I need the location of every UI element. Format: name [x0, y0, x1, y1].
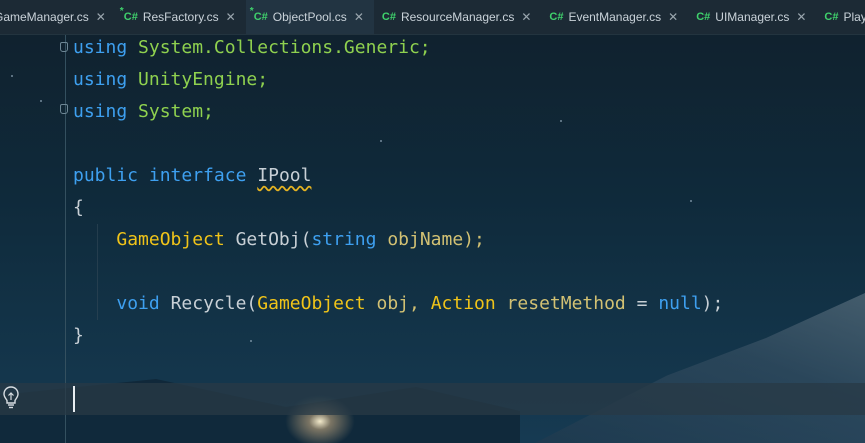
- tab-label: GameManager.cs: [0, 10, 89, 24]
- code-line-1: using System.Collections.Generic;: [73, 37, 431, 58]
- csharp-file-icon: * C#: [119, 6, 138, 23]
- csharp-file-icon: C#: [824, 11, 839, 23]
- current-line-highlight: [0, 383, 865, 415]
- tab-playermanger[interactable]: C# PlayerManger.: [816, 0, 865, 34]
- csharp-file-icon: C#: [696, 11, 711, 23]
- tab-resfactory[interactable]: * C# ResFactory.cs ✕: [116, 0, 246, 34]
- close-icon[interactable]: ✕: [796, 10, 806, 24]
- tab-resourcemanager[interactable]: C# ResourceManager.cs ✕: [374, 0, 542, 34]
- close-icon[interactable]: ✕: [521, 10, 531, 24]
- tab-label: UIManager.cs: [715, 10, 790, 24]
- modified-indicator: *: [249, 6, 254, 17]
- close-icon[interactable]: ✕: [96, 10, 106, 24]
- close-icon[interactable]: ✕: [668, 10, 678, 24]
- code-line-3: using System;: [73, 101, 214, 122]
- tab-label: ResFactory.cs: [142, 10, 219, 24]
- fold-marker-icon[interactable]: [60, 42, 68, 52]
- tab-label: ObjectPool.cs: [272, 10, 347, 24]
- tab-eventmanager[interactable]: C# EventManager.cs ✕: [541, 0, 688, 34]
- csharp-file-icon: * C#: [249, 6, 268, 23]
- gutter-divider: [65, 35, 66, 443]
- csharp-file-icon: C#: [549, 11, 564, 23]
- close-icon[interactable]: ✕: [354, 10, 364, 24]
- code-line-7: GameObject GetObj(string objName);: [116, 229, 485, 250]
- fold-marker-icon[interactable]: [60, 104, 68, 114]
- lightbulb-icon[interactable]: [2, 385, 20, 411]
- code-line-6: {: [73, 197, 84, 218]
- interface-name: IPool: [257, 165, 312, 186]
- csharp-file-icon: C#: [381, 11, 396, 23]
- code-line-2: using UnityEngine;: [73, 69, 269, 90]
- tab-gamemanager[interactable]: GameManager.cs ✕: [0, 0, 116, 34]
- tab-label: PlayerManger.: [843, 10, 865, 24]
- tab-label: EventManager.cs: [568, 10, 662, 24]
- close-icon[interactable]: ✕: [226, 10, 236, 24]
- modified-indicator: *: [119, 6, 124, 17]
- editor-tab-bar: GameManager.cs ✕ * C# ResFactory.cs ✕ * C#…: [0, 0, 865, 35]
- tab-objectpool[interactable]: * C# ObjectPool.cs ✕: [245, 0, 374, 34]
- tab-uimanager[interactable]: C# UIManager.cs ✕: [688, 0, 816, 34]
- text-caret: [73, 386, 75, 412]
- code-line-5: public interface IPool: [73, 165, 312, 186]
- code-line-9: void Recycle(GameObject obj, Action rese…: [116, 293, 724, 314]
- tab-label: ResourceManager.cs: [400, 10, 515, 24]
- code-line-10: }: [73, 325, 84, 346]
